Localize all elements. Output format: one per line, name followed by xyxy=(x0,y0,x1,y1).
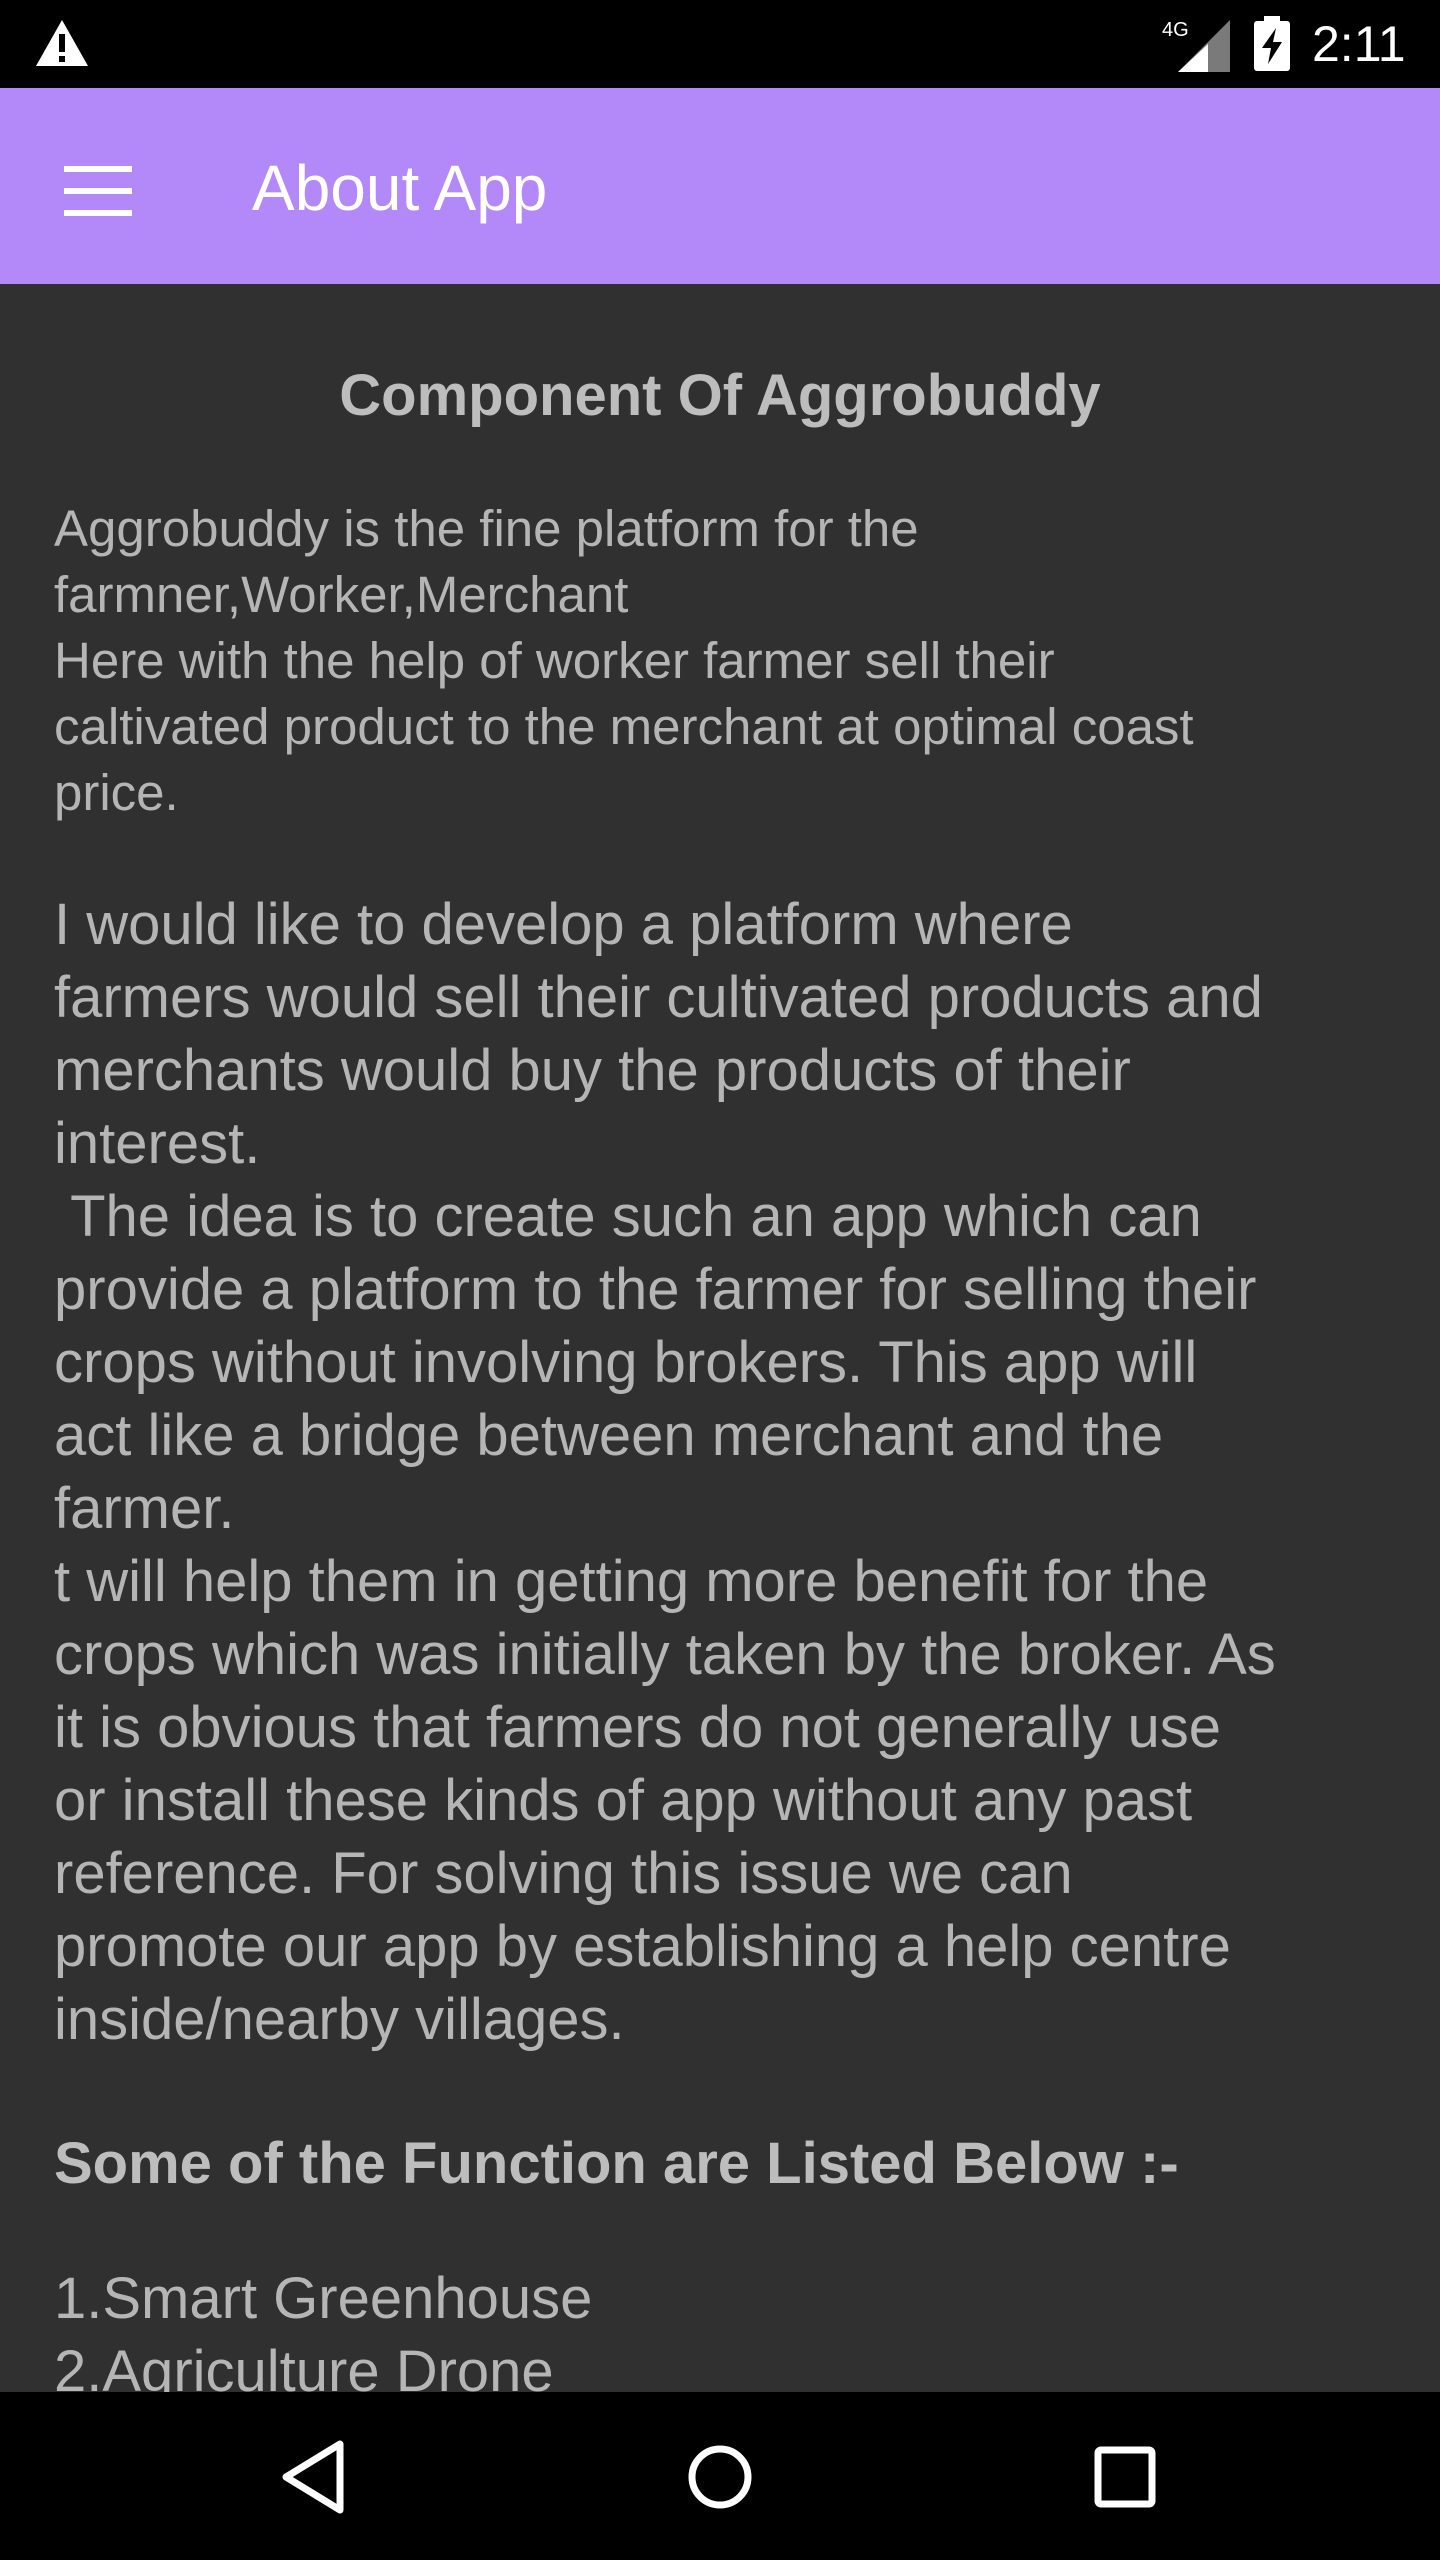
about-content[interactable]: Component Of Aggrobuddy Aggrobuddy is th… xyxy=(0,284,1440,2392)
back-icon[interactable] xyxy=(270,2432,360,2522)
section-heading: Component Of Aggrobuddy xyxy=(339,363,1101,428)
functions-heading: Some of the Function are Listed Below :- xyxy=(54,2131,1179,2196)
functions-list: 1.Smart Greenhouse 2.Agriculture Drone xyxy=(54,2262,592,2392)
recents-icon[interactable] xyxy=(1080,2432,1170,2522)
status-bar: 4G 2:11 xyxy=(0,0,1440,88)
battery-charging-icon xyxy=(1254,16,1290,71)
warning-icon xyxy=(36,20,88,66)
description-paragraph: I would like to develop a platform where… xyxy=(54,892,1276,2052)
app-bar: About App xyxy=(0,88,1440,284)
navigation-bar xyxy=(0,2392,1440,2560)
svg-text:4G: 4G xyxy=(1162,19,1189,41)
intro-paragraph: Aggrobuddy is the fine platform for the … xyxy=(54,500,1194,821)
signal-icon: 4G xyxy=(1162,19,1230,72)
page-title: About App xyxy=(252,152,548,224)
hamburger-menu-icon[interactable] xyxy=(44,132,152,240)
list-item: 1.Smart Greenhouse xyxy=(54,2266,593,2331)
home-icon[interactable] xyxy=(675,2432,765,2522)
list-item: 2.Agriculture Drone xyxy=(54,2339,554,2392)
status-time: 2:11 xyxy=(1312,16,1406,72)
